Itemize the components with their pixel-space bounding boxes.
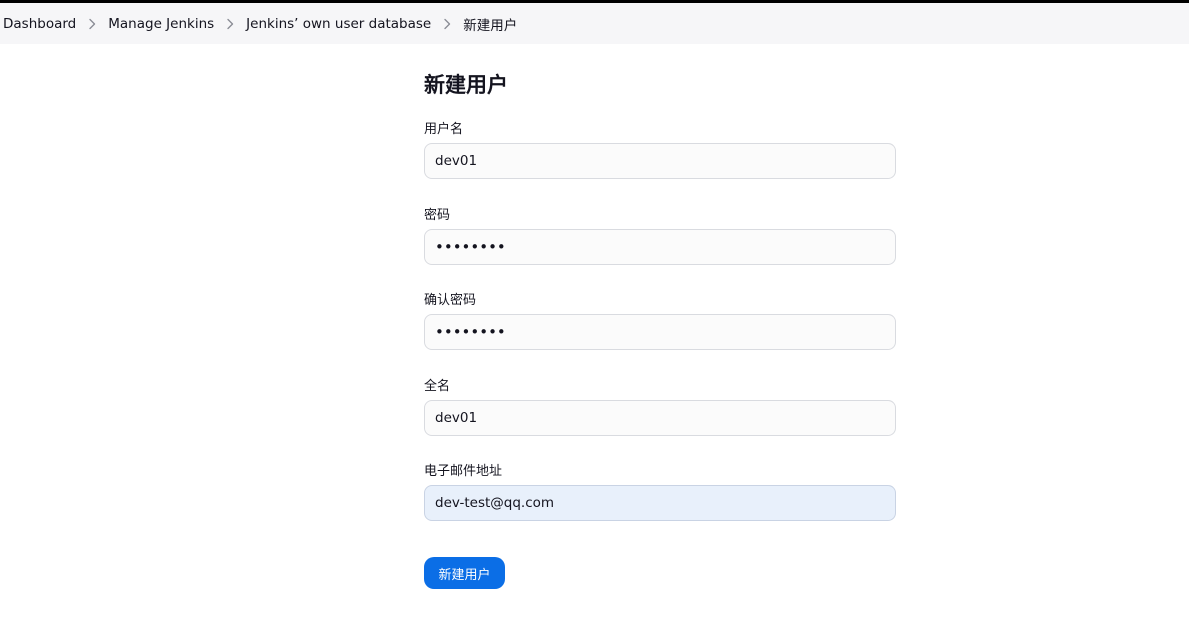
email-field[interactable]: [424, 485, 896, 521]
confirm-password-field[interactable]: [424, 314, 896, 350]
password-field[interactable]: [424, 229, 896, 265]
password-label: 密码: [424, 208, 451, 223]
breadcrumb-item-dashboard[interactable]: Dashboard: [3, 16, 76, 32]
breadcrumb-item-user-database[interactable]: Jenkins’ own user database: [246, 16, 431, 32]
breadcrumb-item-current: 新建用户: [463, 17, 518, 34]
chevron-right-icon: [431, 14, 463, 34]
breadcrumb-item-manage-jenkins[interactable]: Manage Jenkins: [108, 16, 214, 32]
chevron-right-icon: [214, 14, 246, 34]
confirm-password-label: 确认密码: [424, 293, 477, 308]
fullname-label: 全名: [424, 379, 451, 394]
email-label: 电子邮件地址: [424, 464, 503, 479]
fullname-field[interactable]: [424, 400, 896, 436]
chevron-right-icon: [76, 14, 108, 34]
breadcrumb: Dashboard Manage Jenkins Jenkins’ own us…: [0, 3, 1189, 44]
username-label: 用户名: [424, 122, 464, 137]
username-field[interactable]: [424, 143, 896, 179]
create-user-button[interactable]: 新建用户: [424, 557, 505, 589]
page-title: 新建用户: [424, 73, 508, 97]
